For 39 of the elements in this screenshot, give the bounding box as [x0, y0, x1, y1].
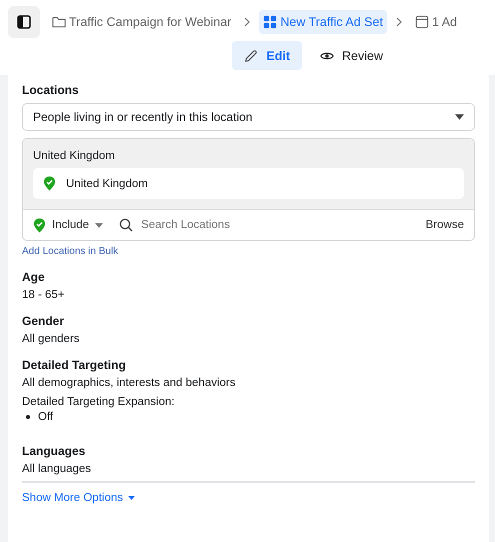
window-icon: [414, 15, 429, 29]
location-group-title: United Kingdom: [33, 150, 116, 162]
bulk-add-link[interactable]: Add Locations in Bulk: [22, 246, 118, 257]
section-value: 18 - 65+: [22, 289, 66, 301]
caret-icon: [455, 114, 464, 120]
pencil-icon: [244, 48, 258, 62]
sidebar-icon: [17, 15, 31, 29]
search-field[interactable]: Search Locations: [141, 219, 420, 231]
section-value: All demographics, interests and behaviors: [22, 377, 237, 389]
sidebar-toggle-button[interactable]: [8, 6, 40, 38]
caret-icon: [128, 496, 135, 500]
section-note: Detailed Targeting Expansion:: [22, 396, 176, 408]
location-pin-icon: [43, 176, 56, 191]
browse-button[interactable]: Browse: [426, 219, 464, 231]
section-label: Locations: [22, 83, 80, 97]
caret-icon: [95, 222, 104, 228]
section-label: Languages: [22, 444, 86, 458]
search-icon: [119, 218, 134, 232]
section-value: All languages: [22, 463, 92, 475]
breadcrumb-item[interactable]: Traffic Campaign for Webinar: [48, 10, 236, 34]
section-value: All genders: [22, 333, 81, 345]
section-label: Detailed Targeting: [22, 358, 127, 372]
section-label: Age: [22, 270, 46, 284]
show-more-options-button[interactable]: Show More Options: [22, 492, 135, 504]
note-item: Off: [38, 411, 54, 423]
section-label: Gender: [22, 314, 66, 328]
folder-icon: [52, 15, 66, 29]
breadcrumb-item[interactable]: 1 Ad: [410, 10, 461, 34]
mode-tab[interactable]: Review: [308, 41, 395, 70]
include-dropdown[interactable]: Include: [33, 218, 104, 232]
bullet-icon: [26, 415, 30, 419]
breadcrumb-item[interactable]: New Traffic Ad Set: [259, 10, 387, 34]
chevron-right-icon: [394, 17, 403, 27]
location-chip[interactable]: United Kingdom: [33, 168, 464, 199]
location-pin-icon: [33, 218, 46, 232]
chevron-right-icon: [243, 17, 252, 27]
grid-icon: [263, 15, 278, 29]
mode-tab[interactable]: Edit: [232, 41, 302, 70]
location-type-dropdown[interactable]: People living in or recently in this location: [22, 103, 475, 131]
